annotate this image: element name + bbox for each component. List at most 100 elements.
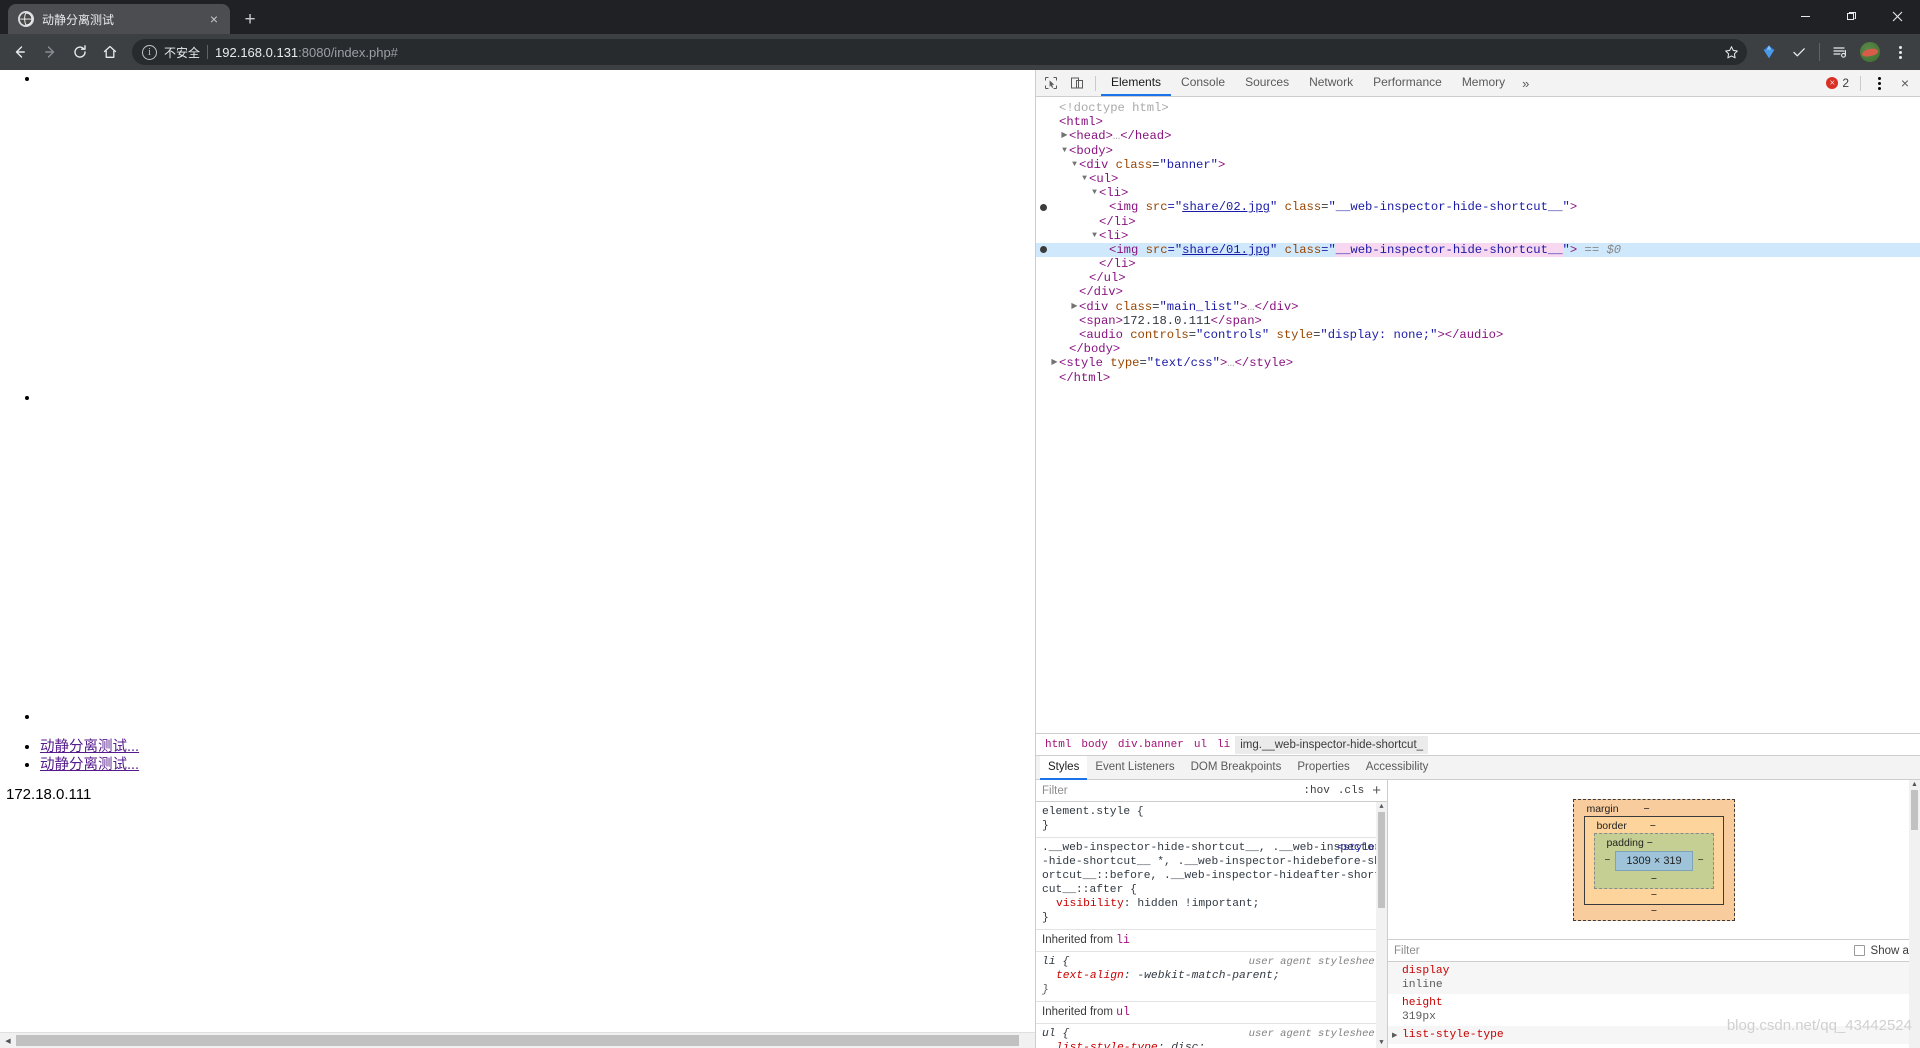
dom-node[interactable]: <img src =" share/02.jpg " class = "__web-ins… <box>1036 200 1920 214</box>
scroll-thumb[interactable] <box>1911 790 1918 830</box>
scroll-thumb[interactable] <box>16 1035 1019 1046</box>
dom-tree[interactable]: <!doctype html> < html > ▶ <head>… </head> ▼ <bo… <box>1036 97 1920 733</box>
scroll-thumb[interactable] <box>1378 812 1385 908</box>
chevron-down-icon[interactable]: ▼ <box>1060 144 1069 158</box>
more-tabs-icon[interactable]: » <box>1515 76 1536 91</box>
computed-properties-list[interactable]: display inline height 319px ▶ list-style-type <box>1388 962 1920 1048</box>
dom-node[interactable]: ▶ <style type = "text/css" >… </style> <box>1036 356 1920 370</box>
css-declaration[interactable]: list-style-type: disc; <box>1042 1041 1381 1048</box>
breadcrumb-item[interactable]: div.banner <box>1113 736 1189 754</box>
tab-close-icon[interactable]: × <box>206 11 222 27</box>
minimize-icon[interactable] <box>1782 0 1828 32</box>
chevron-down-icon[interactable]: ▼ <box>1090 229 1099 243</box>
breadcrumb-item[interactable]: html <box>1040 736 1076 754</box>
chevron-down-icon[interactable]: ▼ <box>1090 186 1099 200</box>
breadcrumb-item[interactable]: img.__web-inspector-hide-shortcut_ <box>1235 735 1429 754</box>
css-property-name[interactable]: visibility <box>1056 898 1124 910</box>
dom-node[interactable]: ▼ <ul> <box>1036 172 1920 186</box>
tab-sources[interactable]: Sources <box>1235 70 1299 96</box>
chevron-right-icon[interactable]: ▶ <box>1050 356 1059 370</box>
close-icon[interactable] <box>1874 0 1920 32</box>
maximize-icon[interactable] <box>1828 0 1874 32</box>
tab-performance[interactable]: Performance <box>1363 70 1452 96</box>
tab-properties[interactable]: Properties <box>1289 756 1357 780</box>
main-list-link[interactable]: 动静分离测试... <box>40 739 139 755</box>
dom-node[interactable]: </li> <box>1036 257 1920 271</box>
dom-node[interactable]: <!doctype html> <box>1036 101 1920 115</box>
css-rule[interactable]: user agent stylesheet ul {list-style-type… <box>1036 1024 1387 1048</box>
new-style-rule-button[interactable]: + <box>1368 783 1385 798</box>
styles-rules-list[interactable]: element.style {} <style> .__web-inspector-… <box>1036 802 1387 1048</box>
browser-tab[interactable]: 动静分离测试 × <box>8 4 230 34</box>
css-property-value[interactable]: : disc; <box>1158 1042 1205 1048</box>
dom-token[interactable]: share/01.jpg <box>1182 243 1270 257</box>
error-count-badge[interactable]: × 2 <box>1820 76 1855 90</box>
styles-filter-input[interactable]: Filter <box>1042 785 1299 797</box>
scroll-up-arrow[interactable]: ▲ <box>1911 780 1918 790</box>
computed-property[interactable]: ▶ list-style-type <box>1388 1026 1920 1044</box>
css-declaration[interactable]: text-align: -webkit-match-parent; <box>1042 969 1381 983</box>
site-info-icon[interactable]: i <box>142 44 157 60</box>
tab-elements[interactable]: Elements <box>1101 70 1172 96</box>
chevron-down-icon[interactable]: ▼ <box>1070 158 1079 172</box>
dom-node[interactable]: </ul> <box>1036 271 1920 285</box>
cls-button[interactable]: .cls <box>1334 785 1368 797</box>
tab-network[interactable]: Network <box>1299 70 1363 96</box>
dom-node[interactable]: ▼ <div class = "banner" > <box>1036 158 1920 172</box>
breadcrumb-item[interactable]: body <box>1076 736 1112 754</box>
tab-accessibility[interactable]: Accessibility <box>1358 756 1437 780</box>
css-rule[interactable]: element.style {} <box>1036 802 1387 838</box>
tab-memory[interactable]: Memory <box>1452 70 1515 96</box>
chrome-menu-icon[interactable] <box>1886 38 1914 66</box>
breadcrumb-item[interactable]: ul <box>1189 736 1212 754</box>
new-tab-button[interactable]: + <box>236 5 264 33</box>
computed-scrollbar[interactable]: ▲ <box>1909 780 1920 1048</box>
css-property-name[interactable]: list-style-type <box>1056 1042 1158 1048</box>
hov-button[interactable]: :hov <box>1299 785 1333 797</box>
styles-scrollbar[interactable]: ▲ ▼ <box>1376 802 1387 1048</box>
tab-event-listeners[interactable]: Event Listeners <box>1087 756 1182 780</box>
back-button[interactable] <box>6 38 34 66</box>
tab-console[interactable]: Console <box>1171 70 1235 96</box>
dom-node-selected[interactable]: <img src =" share/01.jpg " class =" __web-ins… <box>1036 242 1920 258</box>
scroll-up-arrow[interactable]: ▲ <box>1379 802 1383 812</box>
dom-node[interactable]: ▼ <li> <box>1036 229 1920 243</box>
scroll-left-arrow[interactable]: ◀ <box>0 1033 16 1048</box>
scroll-down-arrow[interactable]: ▼ <box>1379 1038 1383 1048</box>
devtools-menu-icon[interactable] <box>1866 71 1892 95</box>
css-rule[interactable]: user agent stylesheet li {text-align: -we… <box>1036 952 1387 1002</box>
css-property-value[interactable]: : hidden !important; <box>1124 898 1260 910</box>
main-list-link[interactable]: 动静分离测试... <box>40 757 139 773</box>
css-declaration[interactable]: visibility: hidden !important; <box>1042 897 1381 911</box>
computed-filter-input[interactable]: Filter <box>1394 945 1848 957</box>
dom-node[interactable]: < html > <box>1036 115 1920 129</box>
dom-node[interactable]: </html> <box>1036 371 1920 385</box>
device-toolbar-icon[interactable] <box>1064 71 1090 95</box>
inherited-from-tag[interactable]: li <box>1116 934 1130 947</box>
dom-node[interactable]: ▼ <body> <box>1036 144 1920 158</box>
tab-styles[interactable]: Styles <box>1040 755 1088 780</box>
css-selector[interactable]: element.style { <box>1042 805 1381 819</box>
tab-dom-breakpoints[interactable]: DOM Breakpoints <box>1183 756 1290 780</box>
home-button[interactable] <box>96 38 124 66</box>
dom-node[interactable]: ▶ <head>… </head> <box>1036 129 1920 143</box>
reload-button[interactable] <box>66 38 94 66</box>
breadcrumb-item[interactable]: li <box>1212 736 1235 754</box>
inherited-from-tag[interactable]: ul <box>1116 1006 1130 1019</box>
css-rule-origin[interactable]: user agent stylesheet <box>1249 955 1381 969</box>
media-playlist-icon[interactable] <box>1826 38 1854 66</box>
address-bar[interactable]: i 不安全 192.168.0.131:8080/index.php# <box>132 39 1747 65</box>
dom-node[interactable]: </body> <box>1036 342 1920 356</box>
breakpoint-dot[interactable] <box>1040 203 1047 211</box>
chevron-right-icon[interactable]: ▶ <box>1060 129 1069 143</box>
css-property-name[interactable]: text-align <box>1056 970 1124 982</box>
css-selector[interactable]: .__web-inspector-hide-shortcut__, .__web… <box>1042 841 1381 897</box>
dom-node[interactable]: ▶ <div class = "main_list" >… </div> <box>1036 300 1920 314</box>
box-content-size[interactable]: 1309 × 319 <box>1615 850 1693 871</box>
css-rule-origin[interactable]: user agent stylesheet <box>1249 1027 1381 1041</box>
dom-node[interactable]: </li> <box>1036 215 1920 229</box>
computed-property[interactable]: height 319px <box>1388 994 1920 1026</box>
chevron-down-icon[interactable]: ▼ <box>1080 172 1089 186</box>
dom-node[interactable]: ▼ <li> <box>1036 186 1920 200</box>
dom-node[interactable]: <span> 172.18.0.111 </span> <box>1036 314 1920 328</box>
